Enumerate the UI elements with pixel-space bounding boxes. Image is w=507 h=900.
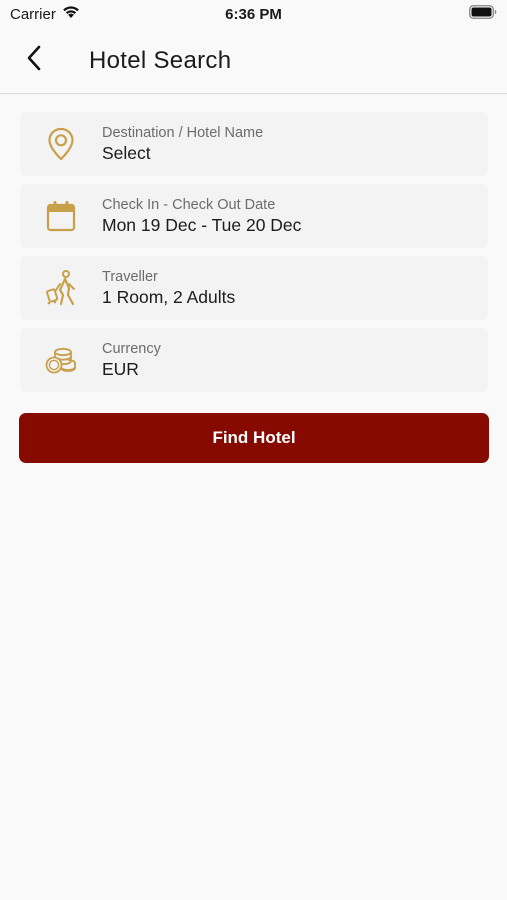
battery-icon: [469, 5, 497, 23]
location-pin-icon: [20, 112, 102, 176]
find-hotel-button[interactable]: Find Hotel: [19, 413, 489, 463]
status-left: Carrier: [10, 5, 80, 23]
wifi-icon: [62, 5, 80, 23]
hotel-search-screen: Carrier 6:36 PM Hotel Search Destination…: [0, 0, 507, 900]
dates-text: Check In - Check Out Date Mon 19 Dec - T…: [102, 196, 301, 236]
destination-field[interactable]: Destination / Hotel Name Select: [20, 112, 488, 176]
calendar-icon: [20, 184, 102, 248]
currency-value: EUR: [102, 359, 139, 379]
traveller-field[interactable]: Traveller 1 Room, 2 Adults: [20, 256, 488, 320]
carrier-label: Carrier: [10, 5, 56, 23]
chevron-left-icon: [26, 45, 42, 76]
page-title: Hotel Search: [89, 46, 232, 74]
search-form: Destination / Hotel Name Select Check In…: [20, 112, 488, 400]
currency-label: Currency: [102, 341, 161, 357]
destination-label: Destination / Hotel Name: [102, 125, 264, 141]
destination-text: Destination / Hotel Name Select: [102, 124, 263, 164]
traveller-label: Traveller: [102, 269, 158, 285]
status-bar: Carrier 6:36 PM: [0, 0, 507, 28]
destination-value: Select: [102, 143, 151, 163]
traveller-icon: [20, 256, 102, 320]
nav-bar: Hotel Search: [0, 28, 507, 94]
traveller-text: Traveller 1 Room, 2 Adults: [102, 268, 235, 308]
dates-value: Mon 19 Dec - Tue 20 Dec: [102, 215, 302, 235]
currency-field[interactable]: Currency EUR: [20, 328, 488, 392]
coins-icon: [20, 328, 102, 392]
dates-field[interactable]: Check In - Check Out Date Mon 19 Dec - T…: [20, 184, 488, 248]
traveller-value: 1 Room, 2 Adults: [102, 287, 236, 307]
currency-text: Currency EUR: [102, 340, 161, 380]
dates-label: Check In - Check Out Date: [102, 197, 276, 213]
status-right: [469, 5, 497, 23]
back-button[interactable]: [6, 33, 62, 89]
